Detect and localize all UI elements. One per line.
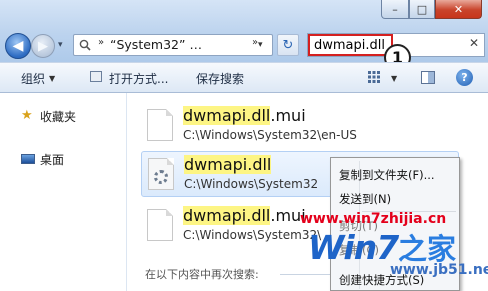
open-with-icon: [90, 71, 102, 82]
file-path: C:\Windows\System32: [184, 177, 319, 191]
help-button[interactable]: ?: [456, 69, 473, 86]
chevron-down-icon[interactable]: ▼: [49, 74, 55, 83]
nav-item-favorites[interactable]: 收藏夹: [40, 108, 76, 125]
file-name: dwmapi.dll: [184, 155, 272, 174]
close-button[interactable]: ✕: [435, 0, 482, 19]
refresh-button[interactable]: ↻: [277, 34, 299, 56]
clear-search-icon[interactable]: ✕: [469, 36, 479, 50]
search-again-label: 在以下内容中再次搜索:: [145, 268, 259, 281]
search-folder-icon: [79, 39, 91, 51]
chevron-down-icon[interactable]: ▼: [391, 74, 397, 83]
list-item[interactable]: dwmapi.dll.mui C:\Windows\System32\en-US: [141, 103, 459, 149]
view-options-icon[interactable]: [368, 71, 380, 83]
address-dropdown[interactable]: ▾: [258, 40, 263, 50]
match-highlight: dwmapi.dll: [184, 155, 272, 174]
gear-icon: [154, 170, 168, 184]
file-name: dwmapi.dll.mui: [183, 106, 306, 125]
file-path: C:\Windows\System32\en-US: [183, 128, 357, 142]
address-bar[interactable]: » “System32” … »: [73, 34, 273, 56]
back-button[interactable]: ◀: [5, 33, 31, 59]
blank-file-icon: [147, 209, 173, 241]
minimize-button[interactable]: –: [381, 0, 409, 19]
maximize-button[interactable]: □: [409, 0, 435, 19]
menu-item-copy-to-folder[interactable]: 复制到文件夹(F)...: [339, 167, 435, 183]
match-highlight: dwmapi.dll: [183, 206, 271, 225]
watermark-logo: Win7: [308, 228, 399, 267]
forward-button[interactable]: ▶: [31, 34, 55, 58]
open-with-button[interactable]: 打开方式...: [109, 70, 168, 87]
desktop-icon: [21, 154, 35, 164]
command-bar: 组织 ▼ 打开方式... 保存搜索 ▼ ?: [0, 62, 488, 93]
dll-file-icon: [148, 158, 174, 190]
title-bar: – □ ✕ ◀ ▶ ▾ » “System32” … » ▾ ↻ dwmapi.…: [0, 0, 488, 62]
match-highlight: dwmapi.dll: [183, 106, 271, 125]
file-path: C:\Windows\System32\: [183, 228, 322, 242]
file-name: dwmapi.dll.mui: [183, 206, 306, 225]
menu-item-send-to[interactable]: 发送到(N): [339, 191, 391, 207]
watermark-url-secondary: www.jb51.net: [390, 262, 488, 278]
refresh-icon: ↻: [282, 37, 294, 53]
forward-arrow-icon: ▶: [38, 38, 48, 54]
search-input[interactable]: dwmapi.dll: [314, 38, 385, 53]
star-icon: ★: [21, 108, 33, 123]
nav-item-desktop[interactable]: 桌面: [40, 151, 64, 168]
file-name-rest: .mui: [270, 106, 306, 125]
watermark-url: www.win7zhijia.cn: [300, 211, 447, 227]
navigation-pane: ★ 收藏夹 桌面: [0, 93, 127, 291]
back-arrow-icon: ◀: [12, 38, 24, 54]
breadcrumb-path[interactable]: “System32” …: [110, 37, 202, 52]
search-highlight-box: dwmapi.dll: [308, 34, 393, 56]
save-search-button[interactable]: 保存搜索: [196, 70, 244, 87]
preview-pane-icon[interactable]: [421, 71, 435, 84]
organize-button[interactable]: 组织: [21, 70, 45, 87]
blank-file-icon: [147, 109, 173, 141]
history-dropdown[interactable]: ▾: [58, 40, 63, 50]
breadcrumb-separator[interactable]: »: [98, 37, 104, 48]
